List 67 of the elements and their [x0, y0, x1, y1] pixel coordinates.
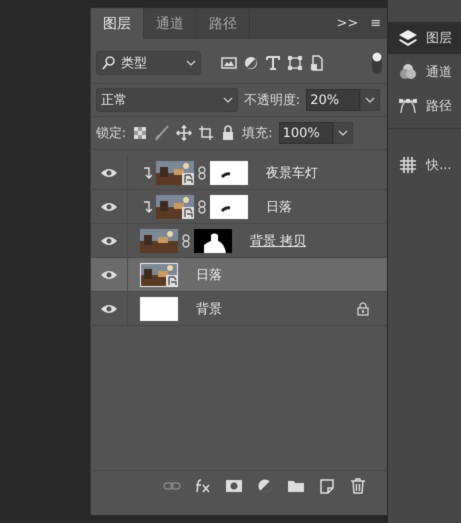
eye-icon[interactable]: [100, 168, 117, 178]
move-icon[interactable]: [176, 125, 192, 141]
layer-row[interactable]: 夜景车灯: [90, 156, 388, 190]
shape-filter-icon[interactable]: [286, 55, 303, 71]
layers-icon: [398, 28, 418, 48]
brush-icon[interactable]: [154, 125, 170, 141]
panel-tab[interactable]: 路径: [196, 8, 250, 39]
folder-icon[interactable]: [287, 478, 306, 494]
eye-icon[interactable]: [100, 202, 117, 212]
dock-item[interactable]: 路径: [388, 90, 461, 122]
mask-thumbnail[interactable]: [194, 228, 232, 252]
layer-name: 夜景车灯: [266, 164, 318, 182]
mask-thumbnail[interactable]: [210, 160, 248, 184]
mask-icon[interactable]: [225, 478, 244, 494]
filter-toggle[interactable]: [372, 52, 382, 74]
adjustment-icon[interactable]: [256, 478, 274, 494]
channels-icon: [398, 62, 418, 82]
dropdown-button[interactable]: [360, 89, 380, 111]
trash-icon[interactable]: [349, 478, 368, 494]
filter-value: 类型: [120, 55, 148, 72]
image-filter-icon[interactable]: [220, 55, 237, 71]
layer-name: 日落: [266, 198, 292, 216]
search-icon: [100, 55, 117, 71]
layer-name: 日落: [196, 266, 222, 284]
smart-object-filter-icon[interactable]: [308, 55, 325, 71]
lock-transparency-icon[interactable]: [132, 125, 148, 141]
panel-tab[interactable]: 图层: [90, 8, 144, 39]
lock-label: 锁定:: [96, 125, 126, 142]
fill-field[interactable]: 100%: [278, 122, 333, 144]
caret-icon: [222, 97, 233, 103]
crop-icon[interactable]: [198, 125, 214, 141]
fill-label: 填充:: [242, 125, 273, 142]
layer-row[interactable]: 日落: [90, 258, 388, 292]
new-layer-icon[interactable]: [318, 478, 336, 494]
menu-button[interactable]: ≡: [364, 8, 388, 39]
type-filter-icon[interactable]: [264, 55, 281, 71]
opacity-field[interactable]: 20%: [306, 89, 360, 111]
expand-button[interactable]: >>: [330, 8, 364, 39]
dock-item[interactable]: 通道: [388, 56, 461, 88]
caret-icon: [365, 97, 376, 103]
blend-mode-value: 正常: [100, 92, 128, 109]
layer-row[interactable]: 日落: [90, 190, 388, 224]
panel-tab[interactable]: 通道: [144, 8, 197, 39]
blend-mode-dropdown[interactable]: 正常: [96, 88, 238, 112]
dock-item[interactable]: 图层: [388, 22, 461, 54]
adjustment-filter-icon[interactable]: [242, 55, 259, 71]
link-icon[interactable]: [198, 166, 206, 180]
link-icon[interactable]: [198, 200, 206, 214]
opacity-label: 不透明度:: [244, 92, 300, 109]
eye-icon[interactable]: [100, 304, 117, 314]
grid-icon: [398, 155, 418, 175]
fx-icon[interactable]: [194, 478, 212, 494]
eye-icon[interactable]: [100, 270, 117, 280]
filter-dropdown[interactable]: 类型: [96, 51, 201, 75]
layer-name: 背景 拷贝: [250, 232, 306, 250]
link-icon[interactable]: [182, 234, 190, 248]
dropdown-button[interactable]: [332, 122, 353, 144]
layer-name: 背景: [196, 300, 222, 318]
layer-thumbnail: [140, 296, 178, 320]
caret-icon: [186, 60, 196, 66]
paths-icon: [398, 96, 418, 116]
dock-item[interactable]: 快...: [388, 149, 461, 181]
mask-thumbnail[interactable]: [210, 194, 248, 218]
layer-row[interactable]: 背景 拷贝: [90, 224, 388, 258]
layer-row[interactable]: 背景: [90, 292, 388, 326]
eye-icon[interactable]: [100, 236, 117, 246]
caret-icon: [338, 130, 348, 136]
